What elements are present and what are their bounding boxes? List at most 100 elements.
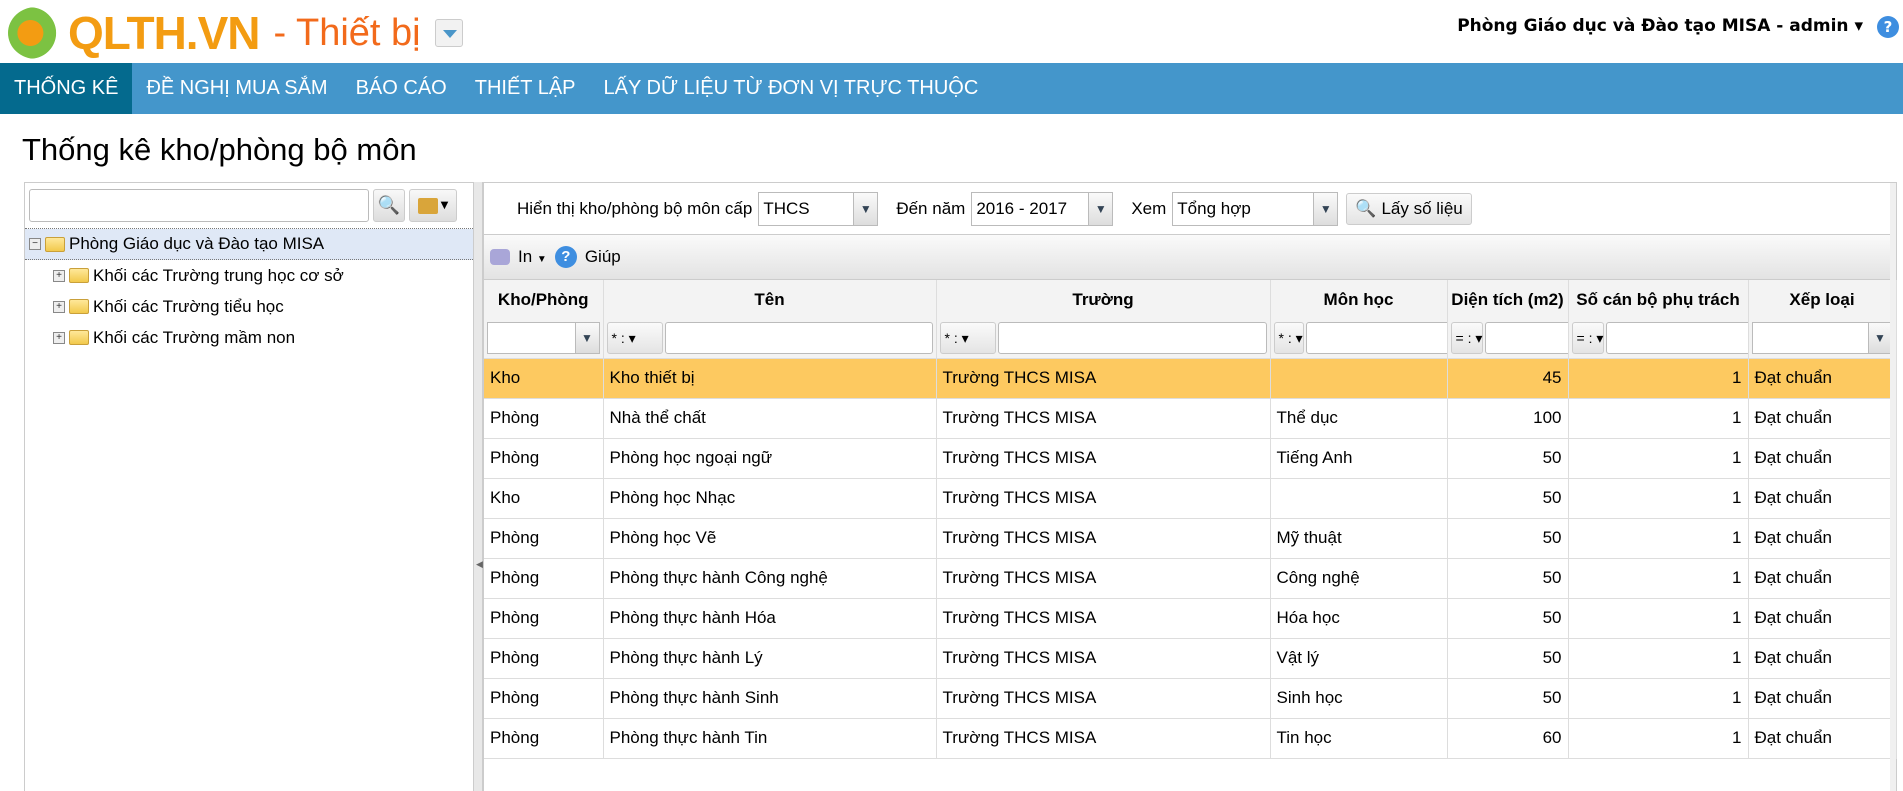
chevron-down-icon: ▼ bbox=[1088, 192, 1113, 225]
tree-node-root[interactable]: − Phòng Giáo dục và Đào tạo MISA bbox=[25, 229, 473, 260]
cell-kho-phong: Phòng bbox=[484, 558, 604, 599]
filter-op-label: = : bbox=[1455, 330, 1472, 347]
cell-mon-hoc: Tin học bbox=[1270, 718, 1448, 759]
filter-xep-loai[interactable]: ▼ bbox=[1751, 322, 1893, 355]
cell-so-can-bo: 1 bbox=[1568, 398, 1749, 439]
col-header-mon-hoc[interactable]: Môn học bbox=[1270, 280, 1448, 319]
tools-dropdown-button[interactable]: ▼ bbox=[409, 189, 457, 222]
stats-table: Kho/Phòng Tên Trường Môn học Diện tích (… bbox=[484, 280, 1897, 759]
cell-xep-loai: Đạt chuẩn bbox=[1748, 638, 1897, 679]
year-select[interactable]: 2016 - 2017 ▼ bbox=[971, 191, 1114, 226]
nav-thiet-lap[interactable]: THIẾT LẬP bbox=[461, 63, 590, 114]
cell-so-can-bo: 1 bbox=[1568, 638, 1749, 679]
view-select[interactable]: Tổng hợp ▼ bbox=[1172, 191, 1339, 226]
filter-op-ten[interactable]: * : ▾ bbox=[606, 322, 663, 355]
folder-icon bbox=[69, 268, 89, 283]
get-data-button[interactable]: 🔍 Lấy số liệu bbox=[1346, 192, 1472, 225]
cell-so-can-bo: 1 bbox=[1568, 598, 1749, 639]
table-row[interactable]: Phòng Nhà thể chất Trường THCS MISA Thể dục… bbox=[484, 398, 1897, 439]
table-row[interactable]: Phòng Phòng thực hành Tin Trường THCS MISA… bbox=[484, 718, 1897, 759]
cell-kho-phong: Kho bbox=[484, 358, 604, 399]
table-row[interactable]: Phòng Phòng học ngoại ngữ Trường THCS MISA… bbox=[484, 438, 1897, 479]
expand-icon[interactable]: + bbox=[53, 269, 65, 282]
cell-mon-hoc: Thể dục bbox=[1270, 398, 1448, 439]
cell-xep-loai: Đạt chuẩn bbox=[1748, 678, 1897, 719]
table-row[interactable]: Phòng Phòng thực hành Hóa Trường THCS MISA… bbox=[484, 598, 1897, 639]
user-menu[interactable]: Phòng Giáo dục và Đào tạo MISA - admin ▾ bbox=[1457, 16, 1863, 36]
nav-lay-du-lieu[interactable]: LẤY DỮ LIỆU TỪ ĐƠN VỊ TRỰC THUỘC bbox=[590, 63, 993, 114]
filter-mon-hoc-input[interactable] bbox=[1305, 322, 1446, 355]
table-row[interactable]: Phòng Phòng thực hành Lý Trường THCS MISA V… bbox=[484, 638, 1897, 679]
search-button[interactable]: 🔍 bbox=[373, 189, 405, 222]
chevron-down-icon: ▼ bbox=[574, 323, 599, 354]
filter-dien-tich-input[interactable] bbox=[1485, 322, 1567, 355]
cell-kho-phong: Phòng bbox=[484, 718, 604, 759]
logo[interactable]: QLTH.VN - Thiết bị bbox=[8, 6, 463, 60]
help-icon: ? bbox=[554, 246, 577, 268]
cell-kho-phong: Phòng bbox=[484, 398, 604, 439]
level-select[interactable]: THCS ▼ bbox=[758, 191, 879, 226]
tree-panel: 🔍 ▼ − Phòng Giáo dục và Đào tạo MISA + Kh… bbox=[24, 182, 474, 791]
get-data-label: Lấy số liệu bbox=[1381, 198, 1463, 218]
tree-search-input[interactable] bbox=[29, 189, 369, 222]
filter-so-can-bo-input[interactable] bbox=[1606, 322, 1747, 355]
cell-kho-phong: Phòng bbox=[484, 638, 604, 679]
page-title: Thống kê kho/phòng bộ môn bbox=[22, 132, 417, 167]
cell-ten: Phòng học ngoại ngữ bbox=[603, 438, 937, 479]
expand-icon[interactable]: + bbox=[53, 300, 65, 313]
cell-xep-loai: Đạt chuẩn bbox=[1748, 558, 1897, 599]
cell-dien-tich: 50 bbox=[1447, 598, 1569, 639]
collapse-icon[interactable]: − bbox=[29, 238, 41, 250]
tree-node-label: Khối các Trường trung học cơ sở bbox=[93, 265, 344, 285]
col-header-xep-loai[interactable]: Xếp loại bbox=[1748, 280, 1897, 319]
nav-de-nghi-mua-sam[interactable]: ĐỀ NGHỊ MUA SẮM bbox=[132, 63, 341, 114]
col-header-truong[interactable]: Trường bbox=[936, 280, 1271, 319]
filter-kho-phong[interactable]: ▼ bbox=[487, 322, 600, 355]
cell-ten: Kho thiết bị bbox=[603, 358, 937, 399]
table-row[interactable]: Kho Phòng học Nhạc Trường THCS MISA 50 1 Đạt … bbox=[484, 478, 1897, 519]
cell-dien-tich: 50 bbox=[1447, 558, 1569, 599]
panel-splitter[interactable]: ◀ bbox=[474, 182, 483, 791]
filter-op-truong[interactable]: * : ▾ bbox=[939, 322, 996, 355]
filter-op-so-can-bo[interactable]: = : ▾ bbox=[1571, 322, 1605, 355]
filter-op-dien-tich[interactable]: = : ▾ bbox=[1450, 322, 1484, 355]
cell-so-can-bo: 1 bbox=[1568, 438, 1749, 479]
expand-icon[interactable]: + bbox=[53, 331, 65, 344]
collapse-arrow-icon[interactable]: ◀ bbox=[476, 560, 483, 570]
vertical-scrollbar[interactable] bbox=[1890, 183, 1896, 791]
cell-xep-loai: Đạt chuẩn bbox=[1748, 598, 1897, 639]
filter-ten-input[interactable] bbox=[664, 322, 933, 355]
table-row[interactable]: Phòng Phòng thực hành Sinh Trường THCS MIS… bbox=[484, 678, 1897, 719]
year-value: 2016 - 2017 bbox=[976, 198, 1068, 218]
cell-dien-tich: 50 bbox=[1447, 678, 1569, 719]
nav-thong-ke[interactable]: THỐNG KÊ bbox=[0, 63, 133, 114]
help-icon[interactable]: ? bbox=[1877, 16, 1899, 38]
cell-kho-phong: Phòng bbox=[484, 598, 604, 639]
filter-truong-input[interactable] bbox=[997, 322, 1267, 355]
table-row[interactable]: Kho Kho thiết bị Trường THCS MISA 45 1 Đạt ch… bbox=[484, 358, 1897, 399]
help-button[interactable]: Giúp bbox=[585, 247, 621, 267]
table-row[interactable]: Phòng Phòng thực hành Công nghệ Trường THC… bbox=[484, 558, 1897, 599]
cell-dien-tich: 45 bbox=[1447, 358, 1569, 399]
col-header-ten[interactable]: Tên bbox=[603, 280, 937, 319]
module-name: - Thiết bị bbox=[273, 11, 421, 54]
main-nav: THỐNG KÊ ĐỀ NGHỊ MUA SẮM BÁO CÁO THIẾT L… bbox=[0, 63, 1903, 114]
unit-tree: − Phòng Giáo dục và Đào tạo MISA + Khối c… bbox=[25, 228, 473, 353]
cell-kho-phong: Phòng bbox=[484, 518, 604, 559]
cell-kho-phong: Phòng bbox=[484, 438, 604, 479]
tree-node[interactable]: + Khối các Trường trung học cơ sở bbox=[25, 260, 473, 291]
cell-truong: Trường THCS MISA bbox=[936, 598, 1271, 639]
table-row[interactable]: Phòng Phòng học Vẽ Trường THCS MISA Mỹ thuậ… bbox=[484, 518, 1897, 559]
cell-xep-loai: Đạt chuẩn bbox=[1748, 518, 1897, 559]
module-dropdown-button[interactable] bbox=[434, 19, 463, 47]
nav-bao-cao[interactable]: BÁO CÁO bbox=[342, 63, 461, 114]
cell-ten: Phòng thực hành Tin bbox=[603, 718, 937, 759]
col-header-kho-phong[interactable]: Kho/Phòng bbox=[484, 280, 604, 319]
col-header-so-can-bo[interactable]: Số cán bộ phụ trách bbox=[1568, 280, 1749, 319]
tree-node[interactable]: + Khối các Trường mầm non bbox=[25, 322, 473, 353]
col-header-dien-tich[interactable]: Diện tích (m2) bbox=[1447, 280, 1569, 319]
cell-mon-hoc: Hóa học bbox=[1270, 598, 1448, 639]
tree-node[interactable]: + Khối các Trường tiểu học bbox=[25, 291, 473, 322]
print-button[interactable]: In ▼ bbox=[518, 247, 547, 267]
filter-op-mon-hoc[interactable]: * : ▾ bbox=[1273, 322, 1304, 355]
